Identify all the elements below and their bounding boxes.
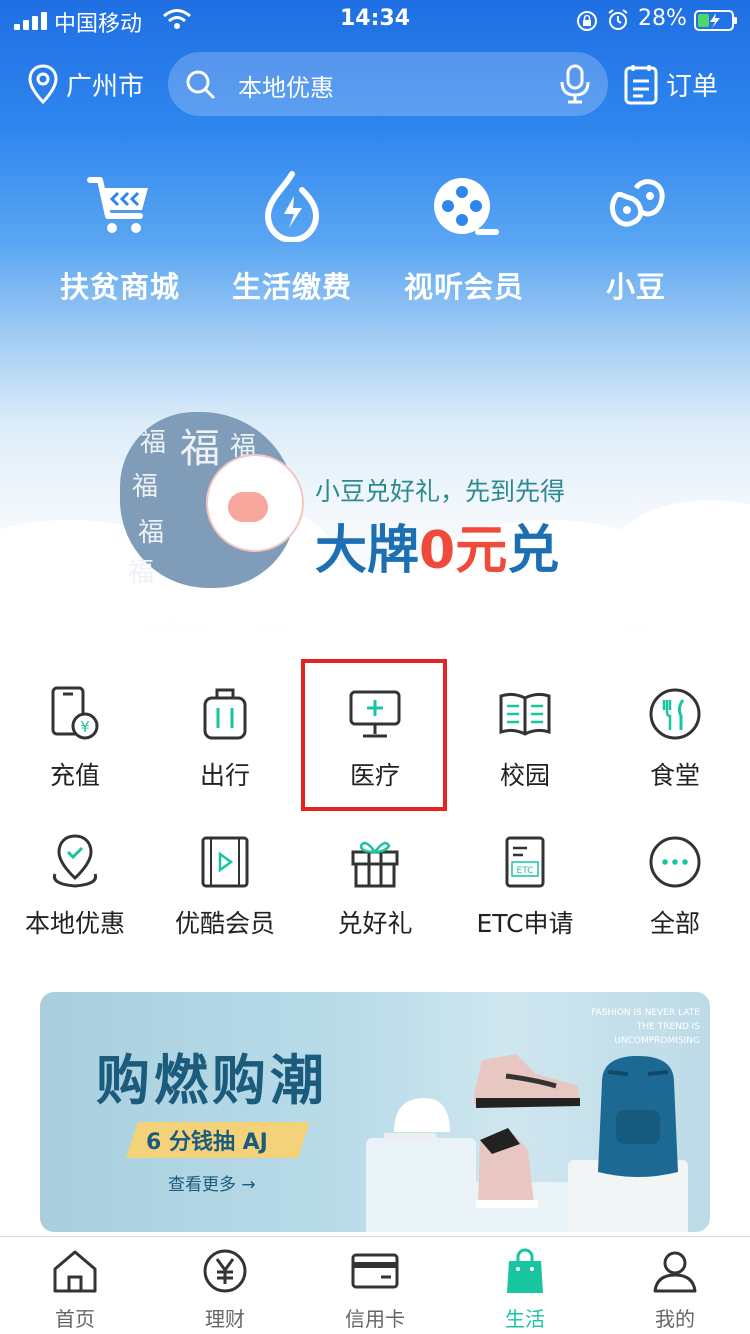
orders-label: 订单 xyxy=(666,71,719,102)
promo-subtitle: 小豆兑好礼，先到先得 xyxy=(315,477,566,506)
bean-icon xyxy=(610,179,665,227)
location-pin-icon xyxy=(28,64,58,104)
quick-actions: 扶贫商城 生活缴费 视听会员 小豆 xyxy=(0,170,750,310)
ad-tag: 6 分钱抽 AJ xyxy=(146,1130,268,1155)
service-label: 出行 xyxy=(199,761,250,790)
nav-label: 理财 xyxy=(205,1307,245,1331)
promo-banner[interactable]: 福 福 福 福 福 福 福 小豆兑好礼，先到先得 大牌0元兑 xyxy=(120,400,640,630)
cart-icon xyxy=(87,177,148,233)
bottom-nav: 首页 理财 信用卡 生活 我的 xyxy=(0,1236,750,1334)
service-local-deals[interactable]: 本地优惠 xyxy=(0,834,150,958)
nav-home[interactable]: 首页 xyxy=(0,1247,150,1332)
sneaker-image xyxy=(476,1128,538,1208)
nav-credit-card[interactable]: 信用卡 xyxy=(300,1247,450,1332)
nav-profile[interactable]: 我的 xyxy=(600,1247,750,1332)
backpack-image xyxy=(598,1056,678,1177)
quick-action-media-membership[interactable]: 视听会员 xyxy=(378,170,550,310)
orientation-lock-icon xyxy=(577,11,597,31)
service-label: ETC申请 xyxy=(476,909,574,938)
service-label: 食堂 xyxy=(649,761,700,790)
luggage-icon xyxy=(203,688,247,740)
yuan-icon xyxy=(203,1249,247,1293)
quick-action-utility-bills[interactable]: 生活缴费 xyxy=(206,170,378,310)
service-label: 本地优惠 xyxy=(24,909,125,938)
orders-button[interactable]: 订单 xyxy=(624,62,718,106)
nav-label: 生活 xyxy=(505,1307,545,1331)
service-label: 兑好礼 xyxy=(337,909,413,938)
credit-card-icon xyxy=(351,1253,399,1289)
home-icon xyxy=(53,1250,97,1293)
order-list-icon xyxy=(624,65,658,105)
nav-label: 首页 xyxy=(55,1307,95,1331)
phone-topup-icon: ¥ xyxy=(51,686,99,740)
alarm-icon xyxy=(608,9,628,30)
city-selector[interactable]: 广州市 xyxy=(28,62,144,106)
service-label: 优酷会员 xyxy=(174,909,275,938)
service-all[interactable]: 全部 xyxy=(600,834,750,958)
svg-text:ETC: ETC xyxy=(517,866,534,876)
highlight-box xyxy=(301,659,447,811)
battery-percent: 28% xyxy=(638,6,687,31)
service-label: 全部 xyxy=(649,909,700,938)
status-bar: 中国移动 14:34 28% xyxy=(0,0,750,40)
mascot-face xyxy=(228,492,268,522)
quick-action-label: 扶贫商城 xyxy=(59,270,180,304)
battery-icon xyxy=(694,10,737,31)
cutlery-icon xyxy=(649,688,701,740)
service-campus[interactable]: 校园 xyxy=(450,686,600,810)
screen: 中国移动 14:34 28% 广州市 本地优惠 订单 扶贫商城 生活缴费 视听会… xyxy=(0,0,750,1334)
quick-action-label: 小豆 xyxy=(605,270,666,304)
nav-finance[interactable]: 理财 xyxy=(150,1247,300,1332)
service-etc-apply[interactable]: ETC ETC申请 xyxy=(450,834,600,958)
shopping-bag-icon xyxy=(507,1248,543,1293)
user-icon xyxy=(653,1251,697,1293)
quick-action-label: 生活缴费 xyxy=(231,270,352,304)
fashion-ad-banner[interactable]: 购燃购潮 6 分钱抽 AJ 查看更多 → FASHION IS NEVER LA… xyxy=(40,992,710,1232)
film-reel-icon xyxy=(434,178,499,235)
ad-title: 购燃购潮 xyxy=(96,1049,328,1112)
service-travel[interactable]: 出行 xyxy=(150,686,300,810)
service-canteen[interactable]: 食堂 xyxy=(600,686,750,810)
nav-label: 我的 xyxy=(655,1307,695,1331)
promo-headline: 大牌0元兑 xyxy=(315,521,560,581)
search-icon xyxy=(186,70,215,99)
quick-action-poverty-mall[interactable]: 扶贫商城 xyxy=(34,170,206,310)
search-bar[interactable]: 本地优惠 xyxy=(168,52,608,116)
microphone-icon[interactable] xyxy=(558,64,592,104)
ad-fine-print: FASHION IS NEVER LATE THE TREND IS UNCOM… xyxy=(591,1008,700,1046)
etc-card-icon: ETC xyxy=(505,836,545,888)
svg-text:¥: ¥ xyxy=(80,718,90,736)
video-icon xyxy=(201,836,249,888)
quick-action-label: 视听会员 xyxy=(403,270,524,304)
book-icon xyxy=(499,692,551,736)
service-topup[interactable]: ¥ 充值 xyxy=(0,686,150,810)
more-dots-icon xyxy=(649,836,701,888)
service-youku-vip[interactable]: 优酷会员 xyxy=(150,834,300,958)
nav-label: 信用卡 xyxy=(345,1307,405,1331)
service-label: 充值 xyxy=(49,761,100,790)
service-label: 校园 xyxy=(499,761,550,790)
cap-image xyxy=(384,1098,450,1139)
gift-icon xyxy=(351,841,399,888)
city-label: 广州市 xyxy=(66,71,145,102)
nav-life[interactable]: 生活 xyxy=(450,1247,600,1332)
service-redeem-gifts[interactable]: 兑好礼 xyxy=(300,834,450,958)
sneaker-image xyxy=(474,1054,580,1108)
location-check-icon xyxy=(52,834,98,888)
search-placeholder: 本地优惠 xyxy=(238,74,334,102)
ad-more-link[interactable]: 查看更多 → xyxy=(168,1170,256,1195)
bolt-drop-icon xyxy=(264,171,320,242)
quick-action-xiaodou[interactable]: 小豆 xyxy=(550,170,722,310)
